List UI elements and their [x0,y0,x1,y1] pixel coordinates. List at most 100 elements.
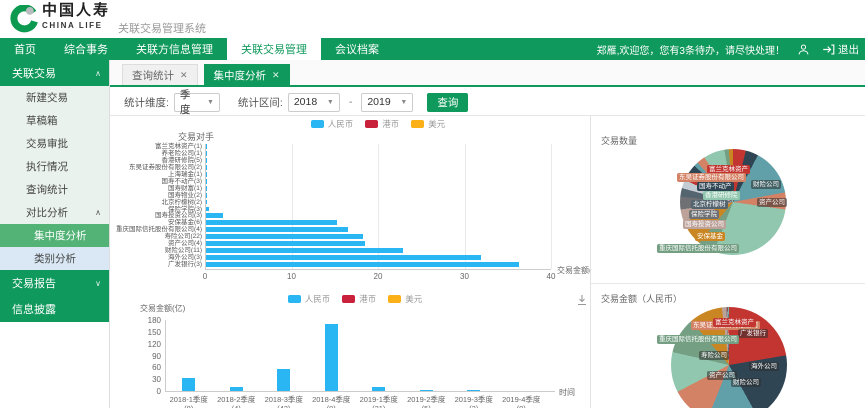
category-name: 2019-4季度 [497,395,545,404]
pie-slice-label: 北京柠檬树 [691,200,728,209]
tab-0[interactable]: 查询统计 ✕ [122,64,198,85]
bar [206,241,365,246]
legend-item: 人民币 [311,118,354,130]
search-button[interactable]: 查询 [427,93,468,112]
category-label: 2018-3季度(42) [260,395,308,408]
category-count: (2) [450,404,498,408]
pie-panel: 交易数量 交易金额（人民币） 富兰克林资产东吴证券股份有限公司国寿不动产香港研修… [590,116,865,408]
pie-slice-label: 资产公司 [757,198,787,207]
legend-item: 美元 [411,118,445,130]
tab-1[interactable]: 集中度分析 ✕ [204,64,290,85]
range-start-value: 2018 [294,96,317,108]
filter-bar: 统计维度: 季度▼ 统计区间: 2018▼ - 2019▼ 查询 [110,89,865,116]
counterparty-chart-title: 交易对手 [178,130,214,143]
range-end-value: 2019 [367,96,390,108]
category-label: 2019-1季度(21) [355,395,403,408]
pie-slice-label: 重庆国际信托股份有限公司 [657,335,739,344]
category-label: 2018-1季度(8) [165,395,213,408]
sidebar-item-6[interactable]: 对比分析∧ [0,201,109,224]
range-end-select[interactable]: 2019▼ [361,93,413,112]
sidebar-item-7[interactable]: 集中度分析 [0,224,109,247]
chevron-down-icon: ∨ [95,279,101,288]
main-nav-items: 首页综合事务关联方信息管理关联交易管理会议档案 [0,38,393,60]
sidebar-item-1[interactable]: 新建交易 [0,86,109,109]
range-start-select[interactable]: 2018 ▼ [288,93,340,112]
category-name: 2018-2季度 [212,395,260,404]
bar [206,172,207,177]
sidebar-item-5[interactable]: 查询统计 [0,178,109,201]
tab-label: 查询统计 [132,68,174,83]
pie-slice-label: 国寿不动产 [697,182,734,191]
category-name: 2019-1季度 [355,395,403,404]
tab-close-icon[interactable]: ✕ [180,70,188,81]
category-count: (9) [307,404,355,408]
y-tick-label: 90 [139,352,161,361]
nav-item-0[interactable]: 首页 [0,38,50,60]
category-count: (5) [402,404,450,408]
bar [277,369,290,391]
user-icon[interactable] [797,43,810,56]
x-tick-label: 0 [197,272,213,281]
gridline [465,144,466,269]
tab-strip: 查询统计 ✕ 集中度分析 ✕ [110,60,865,87]
category-count: (42) [260,404,308,408]
category-count: (8) [165,404,213,408]
x-axis-title: 时间 [559,387,575,398]
bar [206,262,519,267]
legend-label: 人民币 [328,118,354,130]
chevron-down-icon: ▼ [327,99,334,106]
bar [467,390,480,391]
pie-slice-label: 财险公司 [731,378,761,387]
china-life-logo-icon [10,5,38,33]
tab-close-icon[interactable]: ✕ [272,70,280,81]
sidebar-item-3[interactable]: 交易审批 [0,132,109,155]
sidebar-item-2[interactable]: 草稿箱 [0,109,109,132]
app-header: 中国人寿 CHINA LIFE 关联交易管理系统 [0,0,865,38]
y-tick-label: 60 [139,363,161,372]
chevron-up-icon: ∧ [95,208,101,217]
category-name: 2019-3季度 [450,395,498,404]
category-label: 2019-3季度(2) [450,395,498,408]
nav-item-4[interactable]: 会议档案 [321,38,393,60]
x-tick-label: 10 [284,272,300,281]
bar [206,255,481,260]
bar [206,144,207,149]
logout-button[interactable]: 退出 [822,42,859,57]
pie-slice-label: 国寿投资公司 [683,220,726,229]
sidebar-item-8[interactable]: 类别分析 [0,247,109,270]
sidebar-item-4[interactable]: 执行情况 [0,155,109,178]
bar [420,390,433,391]
legend-label: 美元 [428,118,445,130]
chevron-down-icon: ▼ [207,99,214,106]
category-label: 广发银行(3) [110,262,202,269]
system-title: 关联交易管理系统 [118,20,206,36]
x-tick-label: 30 [457,272,473,281]
category-name: 2018-1季度 [165,395,213,404]
legend-label: 美元 [405,293,422,305]
nav-item-1[interactable]: 综合事务 [50,38,122,60]
bar [206,151,207,156]
pie-count-title: 交易数量 [601,134,637,147]
sidebar-item-10[interactable]: 信息披露 [0,296,109,322]
stat-dimension-value: 季度 [180,87,199,117]
download-icon[interactable] [576,294,588,306]
brand-name-cn: 中国人寿 [42,4,110,19]
category-name: 2018-3季度 [260,395,308,404]
category-label: 2019-2季度(5) [402,395,450,408]
sidebar-item-9[interactable]: 交易报告∨ [0,270,109,296]
x-tick-label: 20 [370,272,386,281]
category-name: 2019-2季度 [402,395,450,404]
legend-label: 港币 [359,293,376,305]
nav-item-3[interactable]: 关联交易管理 [227,38,321,60]
sidebar-item-0[interactable]: 关联交易∧ [0,60,109,86]
legend-swatch [388,295,401,303]
nav-item-2[interactable]: 关联方信息管理 [122,38,227,60]
bar [206,158,207,163]
tab-label: 集中度分析 [214,68,267,83]
legend-item: 港币 [342,293,376,305]
stat-dimension-select[interactable]: 季度▼ [174,93,220,112]
bar [206,248,403,253]
legend-swatch [288,295,301,303]
logout-label: 退出 [838,42,859,57]
welcome-message: 郑雁,欢迎您，您有3条待办，请尽快处理！ [597,42,785,57]
